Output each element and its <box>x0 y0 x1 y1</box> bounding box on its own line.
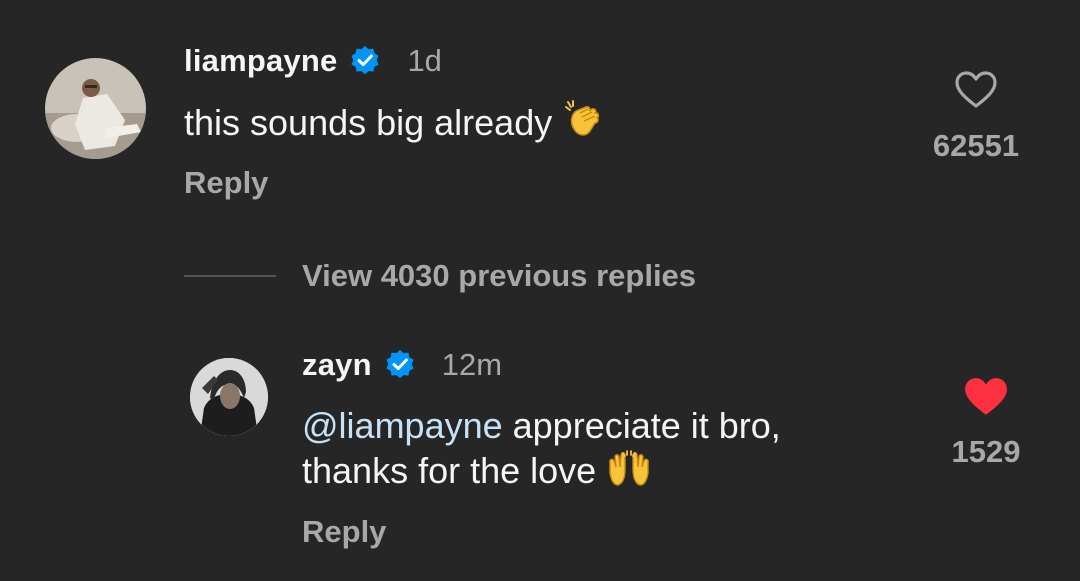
view-replies-label[interactable]: View 4030 previous replies <box>302 258 696 294</box>
reply-item: zayn 12m @liampayne appreciate it bro, t… <box>0 330 1080 580</box>
reply-text: @liampayne appreciate it bro, thanks for… <box>302 403 781 499</box>
divider-line <box>184 275 276 277</box>
heart-filled-icon[interactable] <box>926 376 1046 420</box>
mention-link[interactable]: @liampayne <box>302 405 503 446</box>
like-count: 1529 <box>951 434 1021 469</box>
reply-button[interactable]: Reply <box>302 514 386 550</box>
like-count: 62551 <box>932 128 1020 163</box>
timestamp: 12m <box>441 347 503 382</box>
avatar[interactable] <box>190 358 268 436</box>
username[interactable]: liampayne <box>184 43 337 79</box>
heart-outline-icon[interactable] <box>916 70 1036 114</box>
comment-body: this sounds big already <box>184 102 553 143</box>
like-column: 1529 <box>926 376 1046 470</box>
reply-button[interactable]: Reply <box>184 165 268 201</box>
reply-body-line1: appreciate it bro, <box>502 405 781 446</box>
raising-hands-icon <box>606 449 652 499</box>
clapping-hands-icon <box>562 99 604 151</box>
timestamp: 1d <box>407 43 442 78</box>
reply-body-line2: thanks for the love <box>302 450 597 491</box>
like-column: 62551 <box>916 70 1036 164</box>
username[interactable]: zayn <box>302 347 372 383</box>
avatar[interactable] <box>45 58 146 159</box>
verified-badge-icon <box>349 45 381 77</box>
verified-badge-icon <box>384 349 416 381</box>
comment-item: liampayne 1d this sounds big already Rep… <box>0 0 1080 230</box>
comment-text: this sounds big already <box>184 99 604 151</box>
view-previous-replies[interactable]: View 4030 previous replies <box>184 258 696 294</box>
